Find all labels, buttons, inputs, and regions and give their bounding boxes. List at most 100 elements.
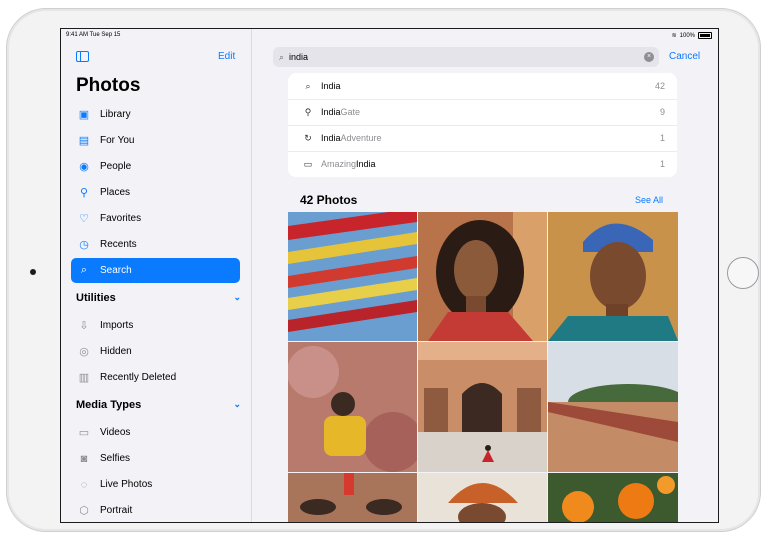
photo-thumbnail[interactable] (548, 212, 678, 341)
sidebar-item-label: For You (100, 135, 135, 146)
sidebar-item-label: Portrait (100, 505, 133, 516)
portrait-woman-photo (418, 212, 547, 341)
sidebar-item-label: Recently Deleted (100, 372, 177, 383)
main-content: ⌕ india × Cancel ⌕ India 42 ⚲ India Gate… (252, 29, 718, 522)
sidebar-item-label: Selfies (100, 453, 131, 464)
search-field[interactable]: ⌕ india × (273, 47, 659, 67)
sidebar-item-label: Favorites (100, 213, 142, 224)
suggestion-rest: Adventure (340, 133, 382, 143)
sidebar-item-imports[interactable]: ⇩ Imports (71, 313, 240, 338)
search-icon: ⌕ (305, 80, 311, 91)
for-you-icon: ▤ (78, 135, 90, 147)
closeup-face-photo (288, 473, 417, 522)
photo-thumbnail[interactable] (288, 473, 417, 522)
sidebar: Edit Photos ▣ Library ▤ For You ◉ People… (61, 29, 252, 522)
sidebar-toggle-icon[interactable] (76, 51, 89, 62)
sidebar-item-library[interactable]: ▣ Library (71, 102, 240, 127)
see-all-link[interactable]: See All (635, 195, 663, 205)
selfie-icon: ◙ (80, 452, 88, 465)
sidebar-item-label: Live Photos (100, 479, 153, 490)
media-types-section-header[interactable]: Media Types ⌄ (76, 399, 241, 411)
suggestion-row[interactable]: ⌕ India 42 (288, 73, 677, 100)
results-heading: 42 Photos (300, 193, 358, 207)
search-query: india (289, 52, 309, 62)
section-title: Utilities (76, 292, 116, 304)
status-bar: 9:41 AM Tue Sep 15 ≋ 100% (61, 29, 718, 43)
imports-icon: ⇩ (79, 320, 89, 332)
ipad-screen: Edit Photos ▣ Library ▤ For You ◉ People… (60, 28, 719, 523)
turban-woman-photo (418, 473, 547, 522)
flags-photo (288, 212, 417, 341)
sidebar-item-places[interactable]: ⚲ Places (71, 180, 240, 205)
suggestion-rest: Gate (340, 107, 361, 117)
photo-thumbnail[interactable] (548, 473, 678, 522)
wifi-icon: ≋ (671, 33, 677, 39)
chevron-down-icon: ⌄ (233, 399, 241, 409)
places-icon: ⚲ (79, 187, 89, 199)
sidebar-item-favorites[interactable]: ♡ Favorites (71, 206, 240, 231)
trash-icon: ▥ (78, 372, 90, 384)
photo-thumbnail[interactable] (288, 212, 417, 341)
suggestion-row[interactable]: ⚲ India Gate 9 (288, 99, 677, 126)
live-photo-icon: ◌ (80, 478, 88, 491)
sidebar-item-videos[interactable]: ▭ Videos (71, 420, 240, 445)
sidebar-item-live-photos[interactable]: ◌ Live Photos (71, 472, 240, 497)
sidebar-item-label: Places (100, 187, 131, 198)
photo-grid (288, 212, 678, 522)
people-icon: ◉ (79, 161, 89, 173)
status-right: ≋ 100% (672, 32, 712, 39)
photo-thumbnail[interactable] (418, 212, 547, 341)
powder-festival-photo (288, 342, 417, 472)
suggestion-prefix: Amazing (321, 159, 357, 169)
page-title: Photos (76, 75, 141, 96)
search-icon: ⌕ (279, 51, 285, 62)
suggestion-row[interactable]: ▭ Amazing India 1 (288, 151, 677, 177)
architecture-photo (418, 342, 547, 472)
heart-icon: ♡ (79, 213, 89, 225)
sidebar-item-label: Imports (100, 320, 134, 331)
portrait-icon: ⬡ (79, 505, 89, 517)
status-time-date: 9:41 AM Tue Sep 15 (66, 32, 121, 38)
edit-button[interactable]: Edit (218, 51, 235, 62)
sidebar-item-label: Hidden (100, 346, 132, 357)
utilities-section-header[interactable]: Utilities ⌄ (76, 292, 241, 304)
sidebar-item-for-you[interactable]: ▤ For You (71, 128, 240, 153)
suggestion-match: India (321, 133, 341, 143)
video-icon: ▭ (78, 427, 90, 439)
suggestion-row[interactable]: ↻ India Adventure 1 (288, 125, 677, 152)
sidebar-item-people[interactable]: ◉ People (71, 154, 240, 179)
cancel-button[interactable]: Cancel (669, 51, 700, 62)
flowers-photo (548, 473, 678, 522)
sidebar-item-portrait[interactable]: ⬡ Portrait (71, 498, 240, 522)
fort-wall-photo (548, 342, 678, 472)
photo-thumbnail[interactable] (548, 342, 678, 472)
sidebar-item-label: Library (100, 109, 131, 120)
album-icon: ▭ (303, 158, 313, 169)
library-icon: ▣ (78, 109, 90, 121)
photo-thumbnail[interactable] (418, 342, 547, 472)
portrait-man-photo (548, 212, 678, 341)
suggestion-count: 1 (659, 159, 665, 169)
suggestion-count: 1 (659, 133, 665, 143)
clock-icon: ◷ (79, 239, 89, 251)
home-button[interactable] (727, 257, 759, 289)
sidebar-item-selfies[interactable]: ◙ Selfies (71, 446, 240, 471)
chevron-down-icon: ⌄ (233, 292, 241, 302)
sidebar-item-recently-deleted[interactable]: ▥ Recently Deleted (71, 365, 240, 390)
sidebar-item-label: Videos (100, 427, 131, 438)
sidebar-item-recents[interactable]: ◷ Recents (71, 232, 240, 257)
section-title: Media Types (76, 399, 142, 411)
clear-search-icon[interactable]: × (644, 52, 654, 62)
suggestion-match: India (321, 81, 341, 91)
photo-thumbnail[interactable] (288, 342, 417, 472)
photo-thumbnail[interactable] (418, 473, 547, 522)
sidebar-item-hidden[interactable]: ◎ Hidden (71, 339, 240, 364)
sidebar-item-search[interactable]: ⌕ Search (71, 258, 240, 283)
sidebar-item-label: Search (100, 265, 132, 276)
hidden-icon: ◎ (79, 346, 89, 358)
place-pin-icon: ⚲ (304, 106, 312, 117)
battery-icon (698, 32, 712, 39)
suggestion-count: 9 (659, 107, 665, 117)
suggestion-match: India (321, 107, 341, 117)
front-camera (30, 269, 36, 275)
